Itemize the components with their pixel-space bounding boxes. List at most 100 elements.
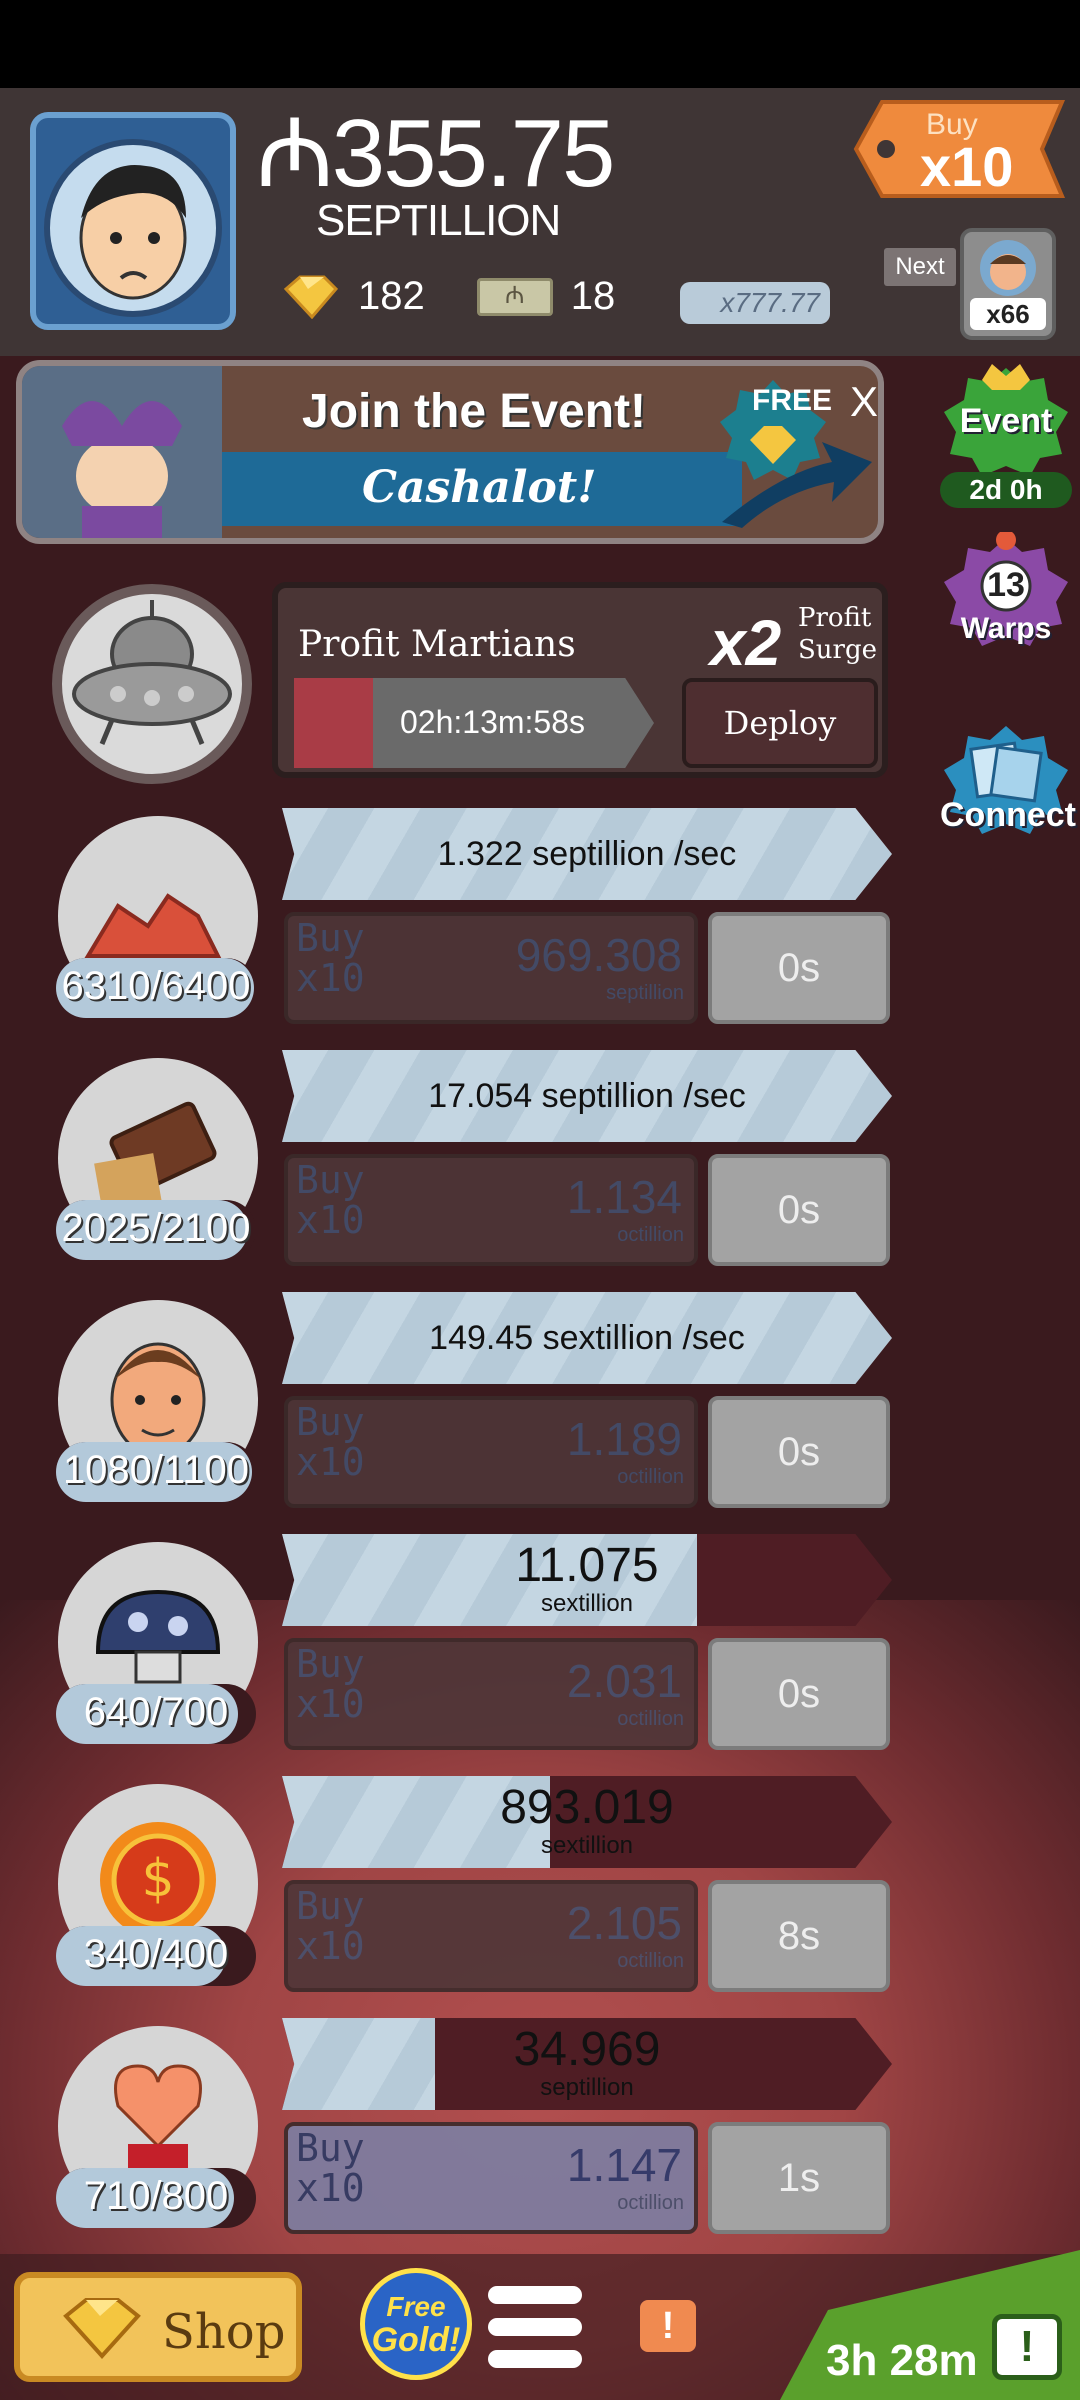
cycle-time: 0s xyxy=(708,1638,890,1750)
buy-label-line-1: Buy xyxy=(296,1400,365,1444)
owned-count: 2025/2100 xyxy=(61,1206,251,1250)
menu-line-icon xyxy=(488,2350,582,2368)
gold-count: 182 xyxy=(358,274,425,318)
header: ₼355.75 SEPTILLION 182 ₼ 18 x777.77 Buy … xyxy=(0,88,1080,356)
martians-timer-bar: 02h:13m:58s xyxy=(294,678,654,768)
warps-count: 13 xyxy=(987,566,1025,604)
revenue-text: 34.969 septillion xyxy=(282,2018,892,2101)
close-icon[interactable]: X xyxy=(850,378,878,426)
buy-label-line-2: x10 xyxy=(296,1682,365,1726)
owned-pill: 340/400 xyxy=(56,1926,256,1986)
warps-button[interactable]: 13 Warps xyxy=(940,530,1072,669)
buy-button[interactable]: Buy x10 2.105 octillion xyxy=(284,1880,698,1992)
buy-button[interactable]: Buy x10 1.189 octillion xyxy=(284,1396,698,1508)
revenue-amount: 893.019 xyxy=(500,1781,674,1834)
profit-multiplier: x2 xyxy=(710,607,782,679)
buy-price-unit: octillion xyxy=(617,1708,684,1730)
revenue-text: 1.322 septillion /sec xyxy=(282,808,892,900)
revenue-rate: 1.322 septillion /sec xyxy=(437,835,737,873)
shop-label: Shop xyxy=(162,2304,286,2360)
buy-price-unit: octillion xyxy=(617,1950,684,1972)
cycle-time: 1s xyxy=(708,2122,890,2234)
jester-icon xyxy=(22,366,222,538)
buy-label: Buy x10 xyxy=(296,1402,365,1482)
buy-price: 2.105 xyxy=(566,1897,682,1949)
megabucks-icon: ₼ xyxy=(476,277,553,316)
next-manager-button[interactable]: x66 xyxy=(960,228,1056,340)
buy-label-line-2: x10 xyxy=(296,1924,365,1968)
buy-label: Buy x10 xyxy=(296,918,365,998)
event-button[interactable]: Event 2d 0h xyxy=(940,360,1072,508)
deploy-button[interactable]: Deploy xyxy=(682,678,878,768)
revenue-text: 11.075 sextillion xyxy=(282,1534,892,1616)
owned-count: 640/700 xyxy=(83,1690,229,1734)
buy-label: Buy x10 xyxy=(296,1886,365,1966)
revenue-bar[interactable]: 149.45 sextillion /sec xyxy=(282,1292,892,1384)
ufo-icon xyxy=(72,600,232,745)
owned-pill: 1080/1100 xyxy=(56,1442,256,1502)
profit-martians-icon xyxy=(52,584,252,784)
revenue-unit: septillion xyxy=(540,2074,634,2101)
event-banner[interactable]: Join the Event! Cashalot! FREE X xyxy=(16,360,884,544)
revenue-bar[interactable]: 17.054 septillion /sec xyxy=(282,1050,892,1142)
cash-amount: ₼355.75 xyxy=(256,100,615,207)
revenue-bar[interactable]: 34.969 septillion xyxy=(282,2018,892,2110)
revenue-bar[interactable]: 893.019 sextillion xyxy=(282,1776,892,1868)
business-row: 1080/1100 149.45 sextillion /sec Buy x10… xyxy=(0,1292,900,1532)
owned-pill: 2025/2100 xyxy=(56,1200,256,1260)
menu-button[interactable] xyxy=(488,2282,582,2372)
next-manager-label: Next xyxy=(884,248,956,286)
revenue-rate: 149.45 sextillion /sec xyxy=(429,1319,745,1357)
revenue-bar[interactable]: 1.322 septillion /sec xyxy=(282,808,892,900)
free-label: FREE xyxy=(752,384,833,417)
manager-face-icon xyxy=(980,240,1036,296)
event-subtitle: Cashalot! xyxy=(362,462,597,513)
buy-button[interactable]: Buy x10 1.147 octillion xyxy=(284,2122,698,2234)
profit-surge-label: Profit Surge xyxy=(798,602,877,666)
next-manager-count: x66 xyxy=(970,298,1046,330)
status-bar xyxy=(0,0,1080,88)
buy-multiplier-button[interactable]: Buy x10 xyxy=(852,94,1070,204)
owned-pill: 6310/6400 xyxy=(56,958,256,1018)
revenue-bar[interactable]: 11.075 sextillion xyxy=(282,1534,892,1626)
tv-icon[interactable]: ! xyxy=(992,2314,1062,2380)
free-gold-line-2: Gold! xyxy=(371,2321,461,2359)
buy-label-line-2: x10 xyxy=(296,956,365,1000)
owned-count: 710/800 xyxy=(83,2174,229,2218)
buy-price-unit: octillion xyxy=(617,2192,684,2214)
cycle-time: 0s xyxy=(708,912,890,1024)
currency-row: 182 ₼ 18 xyxy=(278,274,615,319)
arrow-icon xyxy=(722,442,872,528)
tv-timer: 3h 28m xyxy=(826,2336,978,2385)
buy-button[interactable]: Buy x10 969.308 septillion xyxy=(284,912,698,1024)
business-row: $ 340/400 893.019 sextillion Buy x10 2.1… xyxy=(0,1776,900,2016)
shop-button[interactable]: Shop xyxy=(14,2272,302,2382)
gold-gem-icon xyxy=(63,2298,141,2359)
buy-label-line-2: x10 xyxy=(296,2166,365,2210)
free-gold-button[interactable]: Free Gold! xyxy=(360,2268,472,2380)
avatar[interactable] xyxy=(30,112,236,330)
surge-line-1: Profit xyxy=(798,603,872,633)
business-row: 6310/6400 1.322 septillion /sec Buy x10 … xyxy=(0,808,900,1048)
buy-button[interactable]: Buy x10 1.134 octillion xyxy=(284,1154,698,1266)
revenue-amount: 34.969 xyxy=(513,2023,661,2076)
buy-label-line-1: Buy xyxy=(296,1642,365,1686)
martians-timer-fill xyxy=(294,678,374,768)
gold-gem-icon xyxy=(283,275,339,319)
svg-text:$: $ xyxy=(141,1849,174,1909)
megabucks-count: 18 xyxy=(570,274,616,318)
buy-label: Buy x10 xyxy=(296,2128,365,2208)
alert-badge[interactable]: ! xyxy=(640,2300,696,2352)
cycle-time: 0s xyxy=(708,1154,890,1266)
buy-label-line-1: Buy xyxy=(296,916,365,960)
revenue-rate: 17.054 septillion /sec xyxy=(428,1077,746,1115)
revenue-text: 893.019 sextillion xyxy=(282,1776,892,1858)
owned-count: 340/400 xyxy=(83,1932,229,1976)
business-row: 2025/2100 17.054 septillion /sec Buy x10… xyxy=(0,1050,900,1290)
connect-button[interactable]: Connect xyxy=(940,720,1076,857)
megabucks-exchange[interactable]: x777.77 xyxy=(680,282,830,324)
free-gold-line-1: Free xyxy=(386,2291,446,2322)
buy-button[interactable]: Buy x10 2.031 octillion xyxy=(284,1638,698,1750)
buy-price: 1.134 xyxy=(566,1171,682,1223)
buy-label-line-1: Buy xyxy=(296,2126,365,2170)
